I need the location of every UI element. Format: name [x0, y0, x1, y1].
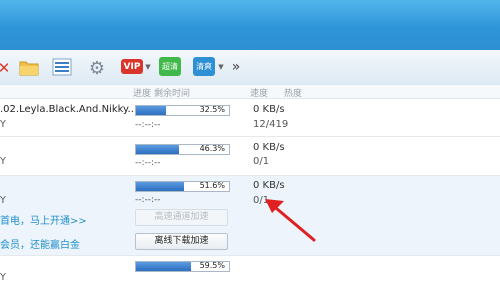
- task-subtitle: Y: [0, 156, 6, 167]
- task-row-selected[interactable]: Y 51.6% --:--:-- 0 KB/s 0/1 首电，马上开通>> 会员…: [0, 176, 500, 255]
- hd-button[interactable]: 超清: [159, 57, 181, 76]
- download-speed: 0 KB/s: [253, 180, 285, 191]
- progress-percent: 51.6%: [199, 181, 225, 190]
- high-speed-channel-button[interactable]: 高速通道加速: [135, 209, 228, 226]
- vip-button[interactable]: VIP: [121, 59, 143, 74]
- offline-download-button[interactable]: 离线下载加速: [135, 233, 228, 250]
- progress-bar: 51.6%: [135, 181, 230, 192]
- progress-bar: 32.5%: [135, 105, 230, 116]
- progress-percent: 46.3%: [199, 144, 225, 153]
- task-row[interactable]: Y 46.3% --:--:-- 0 KB/s 0/1: [0, 137, 500, 175]
- chevron-double-right-icon[interactable]: »: [229, 58, 243, 76]
- progress-bar: 59.5%: [135, 261, 230, 272]
- stop-icon[interactable]: ✕: [0, 59, 8, 77]
- column-header: 进度 剩余时间 速度 热度: [0, 85, 500, 99]
- download-speed: 0 KB/s: [253, 104, 285, 115]
- header-remaining[interactable]: 剩余时间: [154, 86, 190, 99]
- task-row[interactable]: Y 59.5%: [0, 256, 500, 295]
- progress-percent: 59.5%: [199, 261, 225, 270]
- header-speed[interactable]: 速度: [250, 86, 268, 99]
- remaining-time: --:--:--: [135, 158, 161, 168]
- progress-bar: 46.3%: [135, 144, 230, 155]
- header-heat[interactable]: 热度: [284, 86, 302, 99]
- remaining-time: --:--:--: [135, 195, 161, 205]
- chevron-down-icon[interactable]: ▼: [144, 62, 152, 72]
- progress-fill: [136, 145, 180, 154]
- progress-fill: [136, 182, 184, 191]
- vip-promo-link[interactable]: 首电，马上开通>>: [0, 212, 87, 227]
- list-icon[interactable]: [52, 58, 72, 76]
- task-subtitle: Y: [0, 272, 6, 283]
- toolbar: ✕ ⚙ VIP ▼ 超清 清爽 ▼ »: [0, 50, 500, 86]
- task-row[interactable]: .02.Leyla.Black.And.Nikky.... Y 32.5% --…: [0, 99, 500, 136]
- progress-fill: [136, 106, 167, 115]
- refresh-button[interactable]: 清爽: [193, 57, 215, 76]
- download-speed: 0 KB/s: [253, 142, 285, 153]
- folder-icon[interactable]: [19, 58, 39, 76]
- source-count: 12/419: [253, 119, 289, 130]
- task-subtitle: Y: [0, 119, 6, 130]
- vip-promo-link[interactable]: 会员，还能赢白金: [0, 236, 80, 251]
- remaining-time: --:--:--: [135, 120, 161, 130]
- chevron-down-icon[interactable]: ▼: [217, 62, 225, 72]
- header-progress[interactable]: 进度: [133, 86, 151, 99]
- gear-icon[interactable]: ⚙: [87, 58, 107, 79]
- title-bar: [0, 0, 500, 50]
- progress-fill: [136, 262, 192, 271]
- task-name: .02.Leyla.Black.And.Nikky....: [0, 104, 141, 115]
- source-count: 0/1: [253, 156, 270, 167]
- progress-percent: 32.5%: [199, 105, 225, 114]
- source-count: 0/1: [253, 195, 270, 206]
- task-subtitle: Y: [0, 195, 6, 206]
